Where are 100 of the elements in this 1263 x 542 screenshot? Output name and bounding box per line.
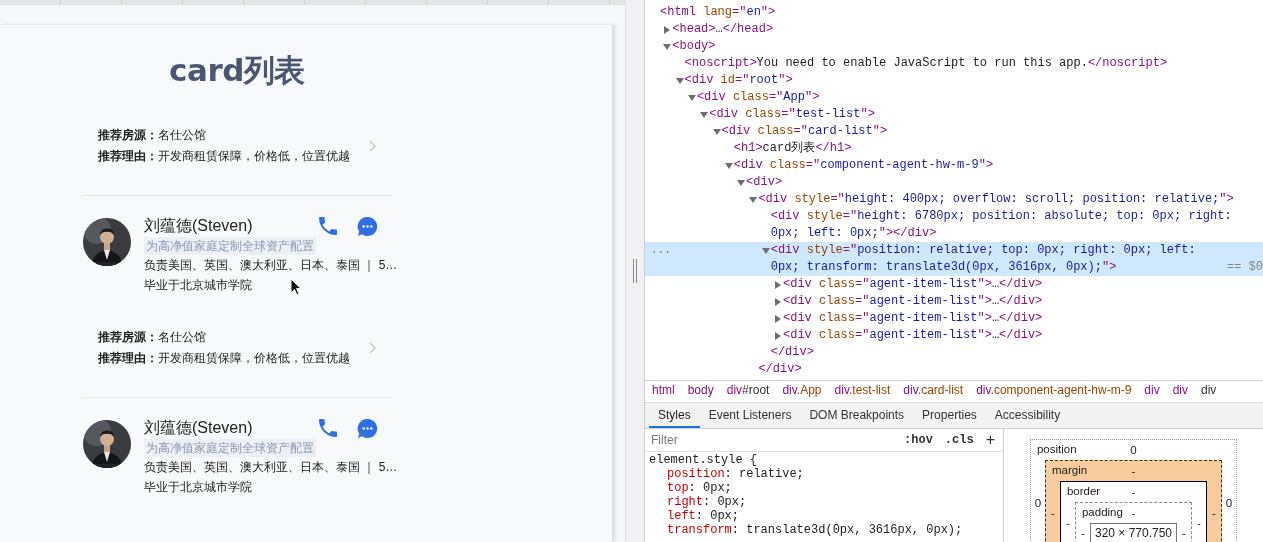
box-model-value: - <box>1196 517 1202 529</box>
dom-tree-row[interactable]: <div class="card-list"> <box>645 123 1263 140</box>
dom-node-markup: <div style="position: relative; top: 0px; right: 0px; left: 0px; transform: translate3d(0px, 3616px, 0px);"> <box>770 242 1197 276</box>
dom-tree-row[interactable]: <div id="root"> <box>645 72 1263 89</box>
box-model-value: - <box>1080 527 1086 539</box>
dom-tree-row[interactable]: <div class="agent-item-list">…</div> <box>645 327 1263 344</box>
add-rule-button[interactable]: + <box>985 431 995 449</box>
breadcrumb-link[interactable]: div.component-agent-hw-m-9 <box>976 383 1132 397</box>
caret-right-icon[interactable] <box>663 25 672 34</box>
agent-tag: 为高净值家庭定制全球资产配置 <box>144 439 316 457</box>
dom-tree-row[interactable]: <div class="component-agent-hw-m-9"> <box>645 157 1263 174</box>
recommendation-text: 推荐理由：开发商租赁保障，价格低，位置优越 <box>98 148 350 165</box>
dom-tree-row[interactable]: <div class="App"> <box>645 89 1263 106</box>
recommendation-text: 推荐房源：名仕公馆 <box>98 127 207 144</box>
box-model-value: - <box>1211 507 1217 519</box>
breadcrumb-link[interactable]: div <box>1144 383 1160 397</box>
phone-icon[interactable] <box>318 216 338 236</box>
breadcrumb-link[interactable]: div#root <box>726 383 770 397</box>
breadcrumb-link[interactable]: body <box>687 383 714 397</box>
dom-tree-row[interactable]: <noscript>You need to enable JavaScript to run this app.</noscript> <box>645 55 1263 72</box>
dom-tree-row[interactable]: ... <div style="position: relative; top: 0px; right: 0px; left: 0px; transform: translate3d(0px, 3616px, 0px);"> == $0 <box>645 242 1263 276</box>
dom-node-markup: <div class="agent-item-list">…</div> <box>783 293 1043 310</box>
style-toggle-button[interactable]: .cls <box>944 433 974 447</box>
caret-down-icon[interactable] <box>675 76 684 85</box>
breadcrumb-link[interactable]: div <box>1201 383 1217 397</box>
recommendation-text: 推荐理由：开发商租赁保障，价格低，位置优越 <box>98 350 350 367</box>
chat-bubble-icon[interactable] <box>357 417 378 439</box>
dom-node-markup: <div class="test-list"> <box>709 106 875 123</box>
dom-tree-row[interactable]: <div class="agent-item-list">…</div> <box>645 276 1263 293</box>
dom-tree-row[interactable]: <body> <box>645 38 1263 55</box>
dom-tree-row[interactable]: <div class="agent-item-list">…</div> <box>645 310 1263 327</box>
box-model-value: 0 <box>1224 497 1234 509</box>
css-declaration: left: 0px; <box>666 509 741 523</box>
breadcrumb-link[interactable]: div.test-list <box>834 383 891 397</box>
dom-node-markup: <div class="agent-item-list">…</div> <box>783 276 1043 293</box>
caret-right-icon[interactable] <box>774 280 782 289</box>
box-model-label: margin <box>1051 464 1088 476</box>
css-declaration: transform: translate3d(0px, 3616px, 0px); <box>666 523 964 537</box>
console-reference: == $0 <box>1227 259 1263 276</box>
caret-down-icon[interactable] <box>700 110 709 119</box>
caret-right-icon[interactable] <box>774 297 782 306</box>
agent-description: 负责美国、英国、澳大利亚、日本、泰国 ｜ 5… <box>144 459 398 476</box>
dom-node-markup: <div class="card-list"> <box>721 123 888 140</box>
dom-node-markup: </div> <box>770 344 814 361</box>
dom-tree-row[interactable]: <div> <box>645 174 1263 191</box>
dom-node-markup: <h1>card列表</h1> <box>733 140 852 157</box>
box-model-label: position <box>1036 443 1077 455</box>
breadcrumb-link[interactable]: html <box>652 383 675 397</box>
agent-name: 刘蕴德(Steven) <box>144 417 253 438</box>
drag-handle-icon[interactable] <box>633 259 637 283</box>
dom-node-markup: <noscript>You need to enable JavaScript to run this app.</noscript> <box>684 55 1168 72</box>
dom-node-markup: <body> <box>672 38 716 55</box>
dom-tree-row[interactable]: <div style="height: 6780px; position: absolute; top: 0px; right: 0px; left: 0px;"></div> <box>645 208 1263 242</box>
agent-description: 负责美国、英国、澳大利亚、日本、泰国 ｜ 5… <box>144 257 398 274</box>
dom-node-markup: <div style="height: 6780px; position: absolute; top: 0px; right: 0px; left: 0px;"></div> <box>770 208 1233 242</box>
dom-tree-row[interactable]: <div class="test-list"> <box>645 106 1263 123</box>
box-model-label: border <box>1066 485 1101 497</box>
box-model-value: - <box>1050 507 1056 519</box>
caret-down-icon[interactable] <box>663 42 672 51</box>
dom-tree-row[interactable]: <div style="height: 400px; overflow: scroll; position: relative;"> <box>645 191 1263 208</box>
style-toggle-button[interactable]: :hov <box>904 433 933 447</box>
phone-icon[interactable] <box>318 418 338 438</box>
agent-name: 刘蕴德(Steven) <box>144 215 253 236</box>
box-model-value: - <box>1131 486 1136 498</box>
caret-right-icon[interactable] <box>774 331 782 340</box>
page-title: card列表 <box>168 51 306 90</box>
css-declaration: top: 0px; <box>666 481 733 495</box>
chat-bubble-icon[interactable] <box>357 215 378 237</box>
content-size: 320 × 770.750 <box>1089 523 1178 542</box>
caret-right-icon[interactable] <box>774 314 782 323</box>
breadcrumb-link[interactable]: div <box>1172 383 1188 397</box>
breadcrumb-link[interactable]: div.App <box>782 383 822 397</box>
panel-tab[interactable]: Event Listeners <box>699 403 801 428</box>
dom-node-markup: <div> <box>746 174 783 191</box>
panel-tab[interactable]: Accessibility <box>985 403 1070 428</box>
caret-down-icon[interactable] <box>749 195 758 204</box>
box-model-label: padding <box>1081 506 1123 518</box>
caret-down-icon[interactable] <box>724 161 733 170</box>
filter-field[interactable]: Filter <box>651 433 905 447</box>
box-model-value: - <box>1065 517 1071 529</box>
more-options-icon[interactable]: ... <box>651 242 671 259</box>
dom-node-markup: <div class="App"> <box>696 89 820 106</box>
dom-node-markup: <html lang="en"> <box>660 4 776 21</box>
caret-down-icon[interactable] <box>761 246 770 255</box>
agent-education: 毕业于北京城市学院 <box>144 277 252 294</box>
dom-tree-row[interactable]: <html lang="en"> <box>645 4 1263 21</box>
box-model-value: 0 <box>1033 497 1043 509</box>
panel-tab[interactable]: Properties <box>913 403 986 428</box>
dom-tree-row[interactable]: <h1>card列表</h1> <box>645 140 1263 157</box>
breadcrumb-link[interactable]: div.card-list <box>903 383 964 397</box>
panel-tab[interactable]: DOM Breakpoints <box>800 403 914 428</box>
dom-node-markup: <div class="component-agent-hw-m-9"> <box>733 157 994 174</box>
dom-tree-row[interactable]: <div class="agent-item-list">…</div> <box>645 293 1263 310</box>
dom-node-markup: <div class="agent-item-list">…</div> <box>783 327 1043 344</box>
dom-node-markup: <div class="agent-item-list">…</div> <box>783 310 1043 327</box>
dom-tree-row[interactable]: <head>…</head> <box>645 21 1263 38</box>
caret-down-icon[interactable] <box>737 178 746 187</box>
caret-down-icon[interactable] <box>687 93 696 102</box>
caret-down-icon[interactable] <box>712 127 721 136</box>
panel-tab[interactable]: Styles <box>649 403 700 428</box>
